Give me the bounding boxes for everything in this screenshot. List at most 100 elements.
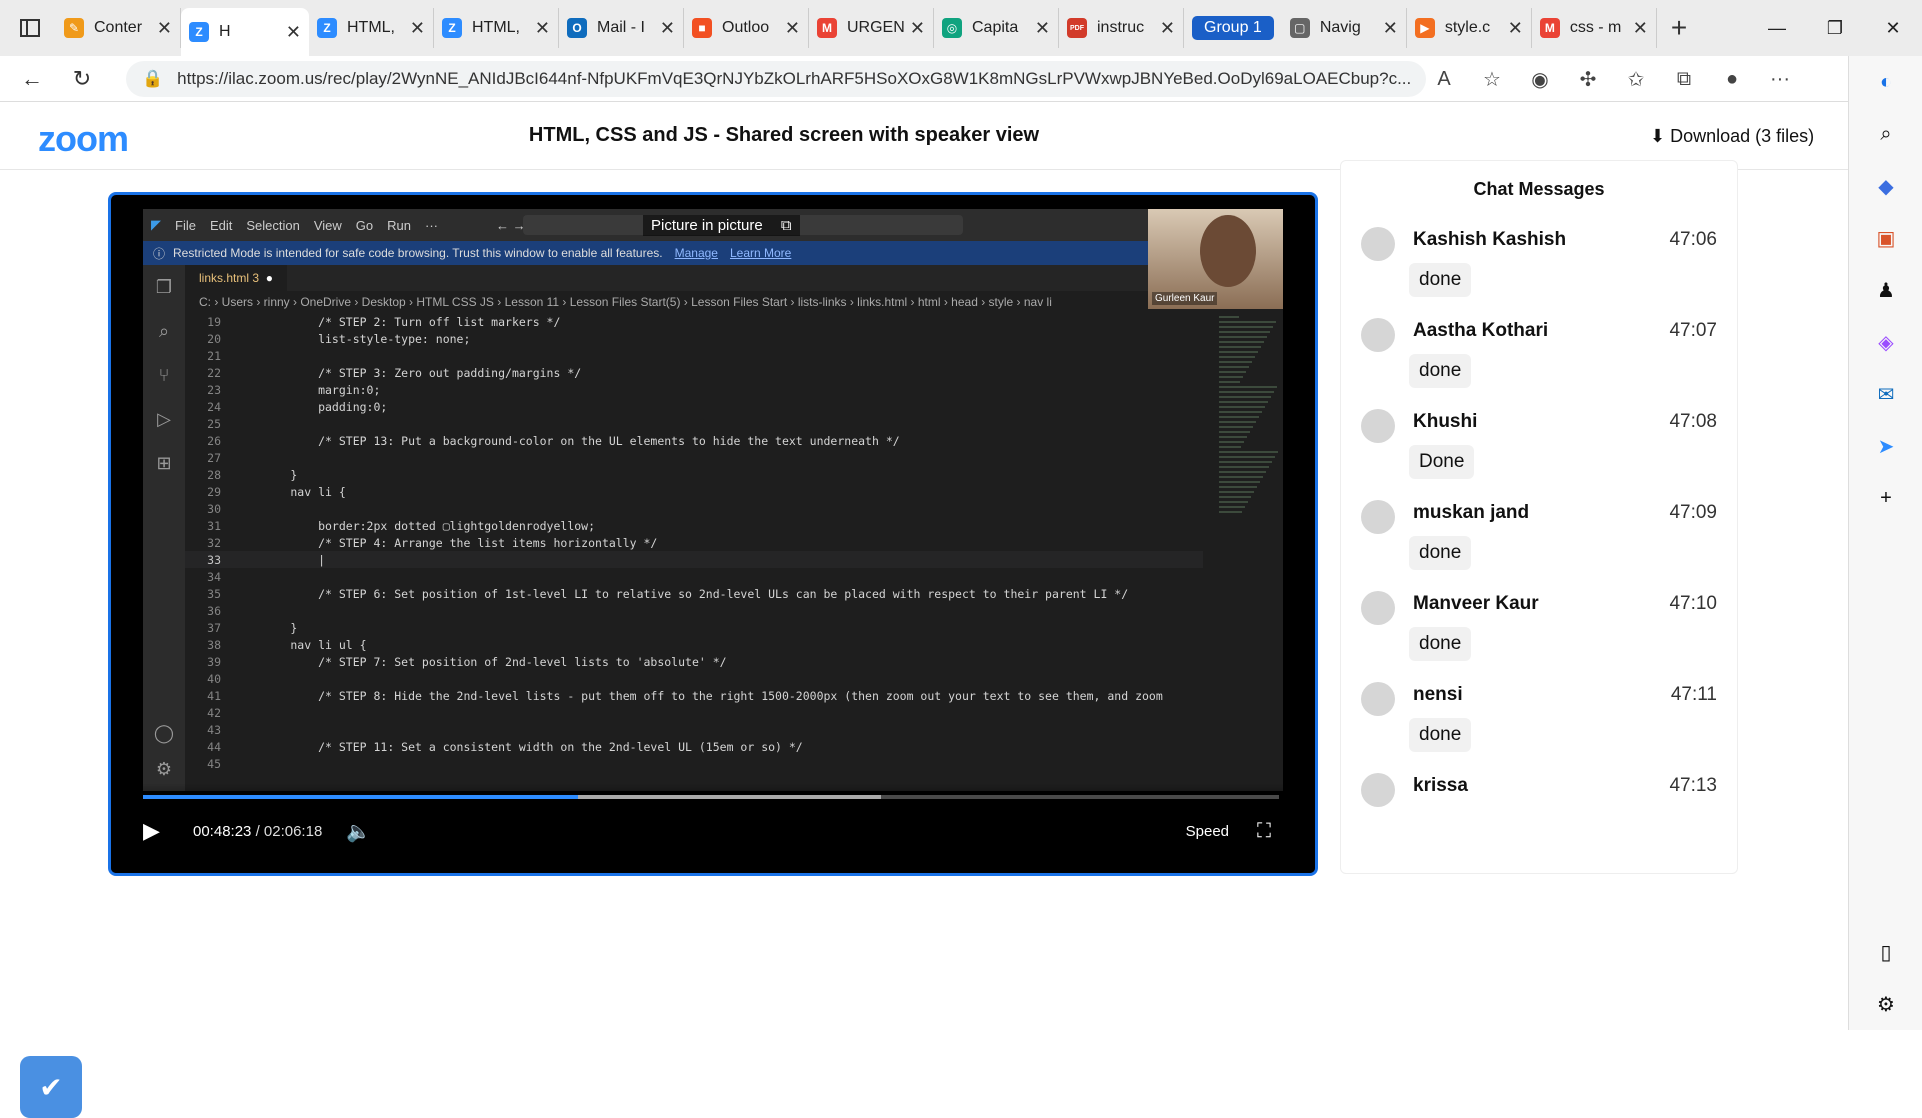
browser-tab[interactable]: O Mail - I ✕ <box>559 8 684 48</box>
code-line: 44 /* STEP 11: Set a consistent width on… <box>185 738 1203 755</box>
browser-tab[interactable]: Z HTML, ✕ <box>434 8 559 48</box>
volume-icon[interactable]: 🔈 <box>346 819 371 844</box>
security-shield-icon[interactable]: ✔ <box>20 1056 82 1118</box>
minimap-line <box>1219 381 1240 383</box>
more-icon[interactable]: ··· <box>1756 68 1804 91</box>
close-tab-icon[interactable]: ✕ <box>1633 18 1648 39</box>
tab-favicon-icon: Z <box>442 18 462 38</box>
code-line: 40 <box>185 670 1203 687</box>
speed-button[interactable]: Speed <box>1186 823 1229 840</box>
shield-info-icon: ⓘ <box>153 246 166 261</box>
message-text: Done <box>1409 445 1475 479</box>
close-tab-icon[interactable]: ✕ <box>1383 18 1398 39</box>
close-tab-icon[interactable]: ✕ <box>535 18 550 39</box>
profile-icon[interactable]: ● <box>1708 68 1756 91</box>
close-tab-icon[interactable]: ✕ <box>910 18 925 39</box>
extension-icon[interactable]: ◉ <box>1516 67 1564 92</box>
close-tab-icon[interactable]: ✕ <box>660 18 675 39</box>
player-controls: ▶ 00:48:23 / 02:06:18 🔈 Speed ⛶ <box>111 783 1315 873</box>
browser-tab[interactable]: Z H ✕ <box>181 8 309 56</box>
tools-icon[interactable]: ▣ <box>1849 212 1922 264</box>
pip-label: Picture in picture <box>651 217 763 234</box>
close-tab-icon[interactable]: ✕ <box>785 18 800 39</box>
message-time[interactable]: 47:10 <box>1669 593 1717 615</box>
download-button[interactable]: ⬇ Download (3 files) <box>1650 126 1814 147</box>
close-tab-icon[interactable]: ✕ <box>157 18 172 39</box>
minimap-line <box>1219 321 1276 323</box>
new-tab-button[interactable]: + <box>1671 12 1687 44</box>
browser-tab[interactable]: M URGEN ✕ <box>809 8 934 48</box>
video-player[interactable]: ◤ File Edit Selection View Go Run ··· ← → Pict… <box>108 192 1318 876</box>
line-number: 33 <box>207 552 221 567</box>
outlook-icon[interactable]: ✉ <box>1849 368 1922 420</box>
back-button[interactable]: ← <box>14 61 50 97</box>
message-time[interactable]: 47:07 <box>1669 320 1717 342</box>
close-tab-icon[interactable]: ✕ <box>286 22 301 43</box>
message-time[interactable]: 47:08 <box>1669 411 1717 433</box>
close-tab-icon[interactable]: ✕ <box>410 18 425 39</box>
add-sidebar-icon[interactable]: + <box>1849 472 1922 524</box>
code-text: /* STEP 11: Set a consistent width on th… <box>235 739 803 754</box>
send-icon[interactable]: ➤ <box>1849 420 1922 472</box>
read-aloud-icon[interactable]: A <box>1420 68 1468 91</box>
progress-bar[interactable] <box>143 795 1279 799</box>
message-time[interactable]: 47:13 <box>1669 775 1717 797</box>
restore-icon[interactable]: ❐ <box>1806 0 1864 56</box>
tab-actions-icon[interactable] <box>14 12 46 44</box>
refresh-button[interactable]: ↻ <box>64 61 100 97</box>
sender-name: Khushi <box>1413 411 1478 432</box>
tab-group-chip[interactable]: Group 1 <box>1192 16 1274 40</box>
fullscreen-icon[interactable]: ⛶ <box>1257 820 1271 843</box>
browser-tab[interactable]: ◎ Capita ✕ <box>934 8 1059 48</box>
minimap-line <box>1219 471 1266 473</box>
browser-tab[interactable]: PDF instruc ✕ <box>1059 8 1184 48</box>
message-time[interactable]: 47:11 <box>1671 684 1717 706</box>
minimap-line <box>1219 481 1260 483</box>
code-line: 24 padding:0; <box>185 398 1203 415</box>
shopping-icon[interactable]: ◆ <box>1849 160 1922 212</box>
search-icon[interactable]: ⌕ <box>1849 108 1922 160</box>
add-favorite-icon[interactable]: ☆ <box>1468 67 1516 92</box>
browser-tab[interactable]: ▶ style.c ✕ <box>1407 8 1532 48</box>
url-text: https://ilac.zoom.us/rec/play/2WynNE_ANI… <box>177 69 1412 88</box>
minimize-icon[interactable]: — <box>1748 0 1806 56</box>
source-control-icon: ⑂ <box>158 364 170 385</box>
vscode-menu-item: ··· <box>425 217 438 233</box>
close-tab-icon[interactable]: ✕ <box>1508 18 1523 39</box>
minimap-line <box>1219 426 1253 428</box>
code-text: nav li { <box>235 484 346 499</box>
code-text: /* STEP 7: Set position of 2nd-level lis… <box>235 654 727 669</box>
vscode-menubar: ◤ File Edit Selection View Go Run ··· ← → Pict… <box>143 209 1283 241</box>
line-number: 43 <box>207 722 221 737</box>
recording-title: HTML, CSS and JS - Shared screen with sp… <box>528 124 1040 146</box>
code-text: /* STEP 6: Set position of 1st-level LI … <box>235 586 1129 601</box>
minimap-line <box>1219 411 1262 413</box>
message-time[interactable]: 47:06 <box>1669 229 1717 251</box>
line-number: 23 <box>207 382 221 397</box>
games-icon[interactable]: ♟ <box>1849 264 1922 316</box>
chat-message-list[interactable]: Kashish Kashish 47:06 done Aastha Kothari 47… <box>1341 219 1737 856</box>
split-screen-icon[interactable]: ▯ <box>1849 926 1922 978</box>
office-icon[interactable]: ◈ <box>1849 316 1922 368</box>
close-window-icon[interactable]: ✕ <box>1864 0 1922 56</box>
browser-tab[interactable]: ■ Outloo ✕ <box>684 8 809 48</box>
close-tab-icon[interactable]: ✕ <box>1160 18 1175 39</box>
picture-in-picture-button[interactable]: Picture in picture ⧉ <box>643 215 800 236</box>
collections-icon[interactable]: ⧉ <box>1660 68 1708 91</box>
editor-tab: links.html 3 ● <box>185 265 287 291</box>
url-field[interactable]: 🔒 https://ilac.zoom.us/rec/play/2WynNE_A… <box>126 61 1426 97</box>
copilot-icon[interactable]: ◐ <box>1849 56 1922 108</box>
puzzle-icon[interactable]: ✣ <box>1564 67 1612 92</box>
minimap-line <box>1219 406 1265 408</box>
close-tab-icon[interactable]: ✕ <box>1035 18 1050 39</box>
code-line: 39 /* STEP 7: Set position of 2nd-level … <box>185 653 1203 670</box>
message-time[interactable]: 47:09 <box>1669 502 1717 524</box>
browser-tab[interactable]: Z HTML, ✕ <box>309 8 434 48</box>
settings-icon[interactable]: ⚙ <box>1849 978 1922 1030</box>
browser-tab[interactable]: ✎ Conter ✕ <box>56 8 181 48</box>
play-icon[interactable]: ▶ <box>143 818 183 844</box>
favorites-icon[interactable]: ✩ <box>1612 67 1660 92</box>
tab-favicon-icon: ◎ <box>942 18 962 38</box>
browser-tab[interactable]: Mcss - m ✕ <box>1532 8 1657 48</box>
browser-tab[interactable]: ▢ Navig ✕ <box>1282 8 1407 48</box>
